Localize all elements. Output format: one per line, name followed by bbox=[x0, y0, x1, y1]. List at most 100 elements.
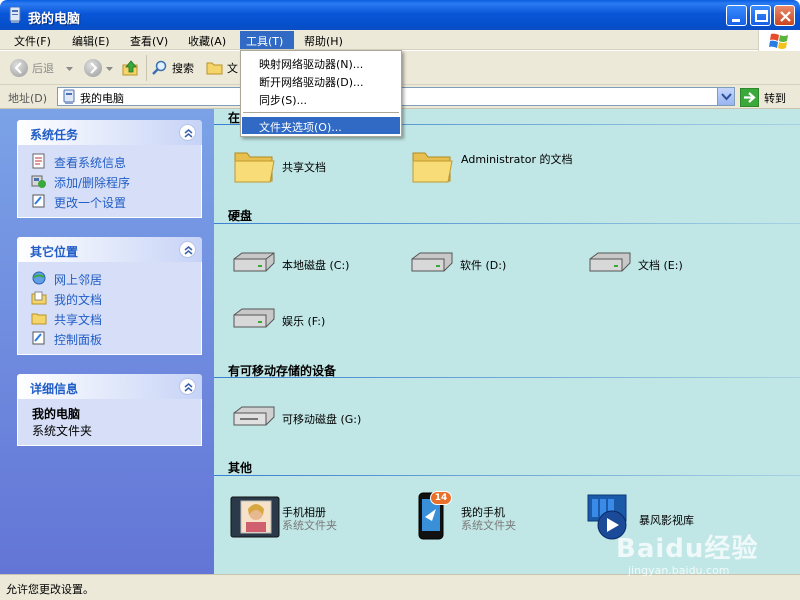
link-change-setting[interactable]: 更改一个设置 bbox=[18, 191, 201, 211]
hard-drive-icon bbox=[233, 308, 275, 328]
windows-flag-icon bbox=[769, 33, 788, 49]
watermark-brand: Baidu经验 bbox=[616, 534, 759, 564]
tools-menu-dropdown: 映射网络驱动器(N)... 断开网络驱动器(D)... 同步(S)... 文件夹… bbox=[240, 50, 402, 137]
back-button[interactable]: 后退 bbox=[32, 60, 54, 76]
collapse-button[interactable] bbox=[179, 241, 196, 258]
menu-help[interactable]: 帮助(H) bbox=[304, 33, 343, 49]
baidu-watermark: Baidu经验 jingyan.baidu.com bbox=[610, 524, 790, 584]
menu-tools[interactable]: 工具(T) bbox=[240, 31, 294, 49]
item-label: Administrator 的文档 bbox=[461, 153, 573, 166]
address-dropdown-button[interactable] bbox=[717, 88, 734, 105]
content-pane: 在 共享文档 Administrator 的文档 硬盘 本地磁盘 (C:) 软件… bbox=[214, 109, 800, 574]
item-label: 文档 (E:) bbox=[638, 259, 683, 272]
removable-disk-icon bbox=[233, 406, 275, 426]
computer-icon bbox=[63, 89, 75, 104]
group-other-title: 其他 bbox=[228, 461, 253, 475]
folders-icon bbox=[206, 62, 223, 75]
menu-item-synchronize[interactable]: 同步(S)... bbox=[242, 90, 400, 107]
notification-badge: 14 bbox=[430, 491, 452, 505]
hard-drive-icon bbox=[233, 252, 275, 272]
other-places-header[interactable]: 其它位置 bbox=[17, 237, 202, 262]
details-type: 系统文件夹 bbox=[32, 424, 93, 438]
item-shared-documents[interactable]: 共享文档 bbox=[232, 145, 392, 185]
link-shared-documents[interactable]: 共享文档 bbox=[18, 308, 201, 328]
control-panel-icon bbox=[32, 194, 45, 208]
item-drive-e[interactable]: 文档 (E:) bbox=[586, 249, 746, 279]
up-folder-icon[interactable] bbox=[122, 59, 140, 77]
details-panel: 详细信息 我的电脑 系统文件夹 bbox=[17, 374, 202, 446]
maximize-icon bbox=[755, 10, 768, 22]
collapse-button[interactable] bbox=[179, 378, 196, 395]
chevron-up-icon bbox=[184, 383, 193, 392]
item-sublabel: 系统文件夹 bbox=[282, 519, 337, 532]
collapse-button[interactable] bbox=[179, 124, 196, 141]
go-arrow-icon bbox=[740, 88, 759, 107]
item-label: 娱乐 (F:) bbox=[282, 315, 326, 328]
status-text: 允许您更改设置。 bbox=[6, 583, 94, 596]
menu-item-disconnect-network-drive[interactable]: 断开网络驱动器(D)... bbox=[242, 72, 400, 89]
item-drive-g[interactable]: 可移动磁盘 (G:) bbox=[230, 403, 410, 433]
item-admin-documents[interactable]: Administrator 的文档 bbox=[410, 145, 590, 185]
folder-icon bbox=[31, 313, 47, 325]
task-pane: 系统任务 查看系统信息 添加/删除程序 更改一个设置 其它位置 网上邻居 我的文… bbox=[0, 109, 214, 574]
item-drive-c[interactable]: 本地磁盘 (C:) bbox=[230, 249, 390, 279]
back-dropdown-icon bbox=[66, 67, 73, 71]
link-my-documents[interactable]: 我的文档 bbox=[18, 288, 201, 308]
menu-favorites[interactable]: 收藏(A) bbox=[188, 33, 226, 49]
panel-title: 系统任务 bbox=[30, 128, 79, 142]
close-button[interactable] bbox=[774, 5, 795, 26]
link-network-places[interactable]: 网上邻居 bbox=[18, 268, 201, 288]
window-title: 我的电脑 bbox=[28, 12, 81, 27]
details-header[interactable]: 详细信息 bbox=[17, 374, 202, 399]
control-panel-icon bbox=[32, 331, 45, 345]
other-places-panel: 其它位置 网上邻居 我的文档 共享文档 控制面板 bbox=[17, 237, 202, 355]
item-sublabel: 系统文件夹 bbox=[461, 519, 516, 532]
hard-drive-icon bbox=[589, 252, 631, 272]
link-control-panel[interactable]: 控制面板 bbox=[18, 328, 201, 348]
chevron-up-icon bbox=[184, 129, 193, 138]
back-icon bbox=[10, 59, 28, 77]
folder-icon bbox=[234, 152, 275, 183]
item-drive-f[interactable]: 娱乐 (F:) bbox=[230, 305, 390, 335]
chevron-up-icon bbox=[184, 246, 193, 255]
item-drive-d[interactable]: 软件 (D:) bbox=[408, 249, 568, 279]
menu-bar: 文件(F) 编辑(E) 查看(V) 收藏(A) 工具(T) 帮助(H) bbox=[0, 30, 800, 50]
link-add-remove-programs[interactable]: 添加/删除程序 bbox=[18, 171, 201, 191]
go-label: 转到 bbox=[764, 92, 786, 105]
item-phone-album[interactable]: 手机相册 系统文件夹 bbox=[230, 495, 400, 539]
hard-drive-icon bbox=[411, 252, 453, 272]
link-view-system-info[interactable]: 查看系统信息 bbox=[18, 151, 201, 171]
watermark-url: jingyan.baidu.com bbox=[628, 564, 730, 577]
item-label: 可移动磁盘 (G:) bbox=[282, 413, 362, 426]
folder-icon bbox=[412, 152, 453, 183]
forward-icon[interactable] bbox=[84, 59, 102, 77]
item-my-phone[interactable]: 14 我的手机 系统文件夹 bbox=[414, 487, 584, 541]
my-documents-icon bbox=[31, 291, 47, 305]
group-hdd-title: 硬盘 bbox=[228, 209, 253, 223]
add-remove-programs-icon bbox=[31, 175, 46, 188]
item-label: 共享文档 bbox=[282, 161, 326, 174]
minimize-icon bbox=[732, 19, 740, 22]
system-tasks-header[interactable]: 系统任务 bbox=[17, 120, 202, 145]
menu-item-folder-options[interactable]: 文件夹选项(O)... bbox=[242, 117, 400, 134]
group-divider bbox=[214, 223, 800, 224]
search-button[interactable]: 搜索 bbox=[172, 60, 194, 76]
menu-view[interactable]: 查看(V) bbox=[130, 33, 168, 49]
menu-file[interactable]: 文件(F) bbox=[14, 33, 51, 49]
panel-title: 详细信息 bbox=[30, 382, 79, 396]
network-places-icon bbox=[32, 271, 46, 285]
group-divider bbox=[214, 475, 800, 476]
details-name: 我的电脑 bbox=[32, 407, 81, 421]
close-icon bbox=[780, 11, 791, 22]
computer-icon bbox=[9, 7, 21, 23]
menu-item-map-network-drive[interactable]: 映射网络驱动器(N)... bbox=[242, 54, 400, 71]
maximize-button[interactable] bbox=[750, 5, 771, 26]
chevron-down-icon bbox=[721, 93, 732, 101]
panel-title: 其它位置 bbox=[30, 245, 79, 259]
title-bar[interactable]: 我的电脑 bbox=[0, 0, 800, 30]
menu-edit[interactable]: 编辑(E) bbox=[72, 33, 110, 49]
minimize-button[interactable] bbox=[726, 5, 747, 26]
photo-album-icon bbox=[230, 496, 280, 538]
windows-logo bbox=[758, 30, 800, 52]
folders-button[interactable]: 文 bbox=[227, 60, 238, 76]
